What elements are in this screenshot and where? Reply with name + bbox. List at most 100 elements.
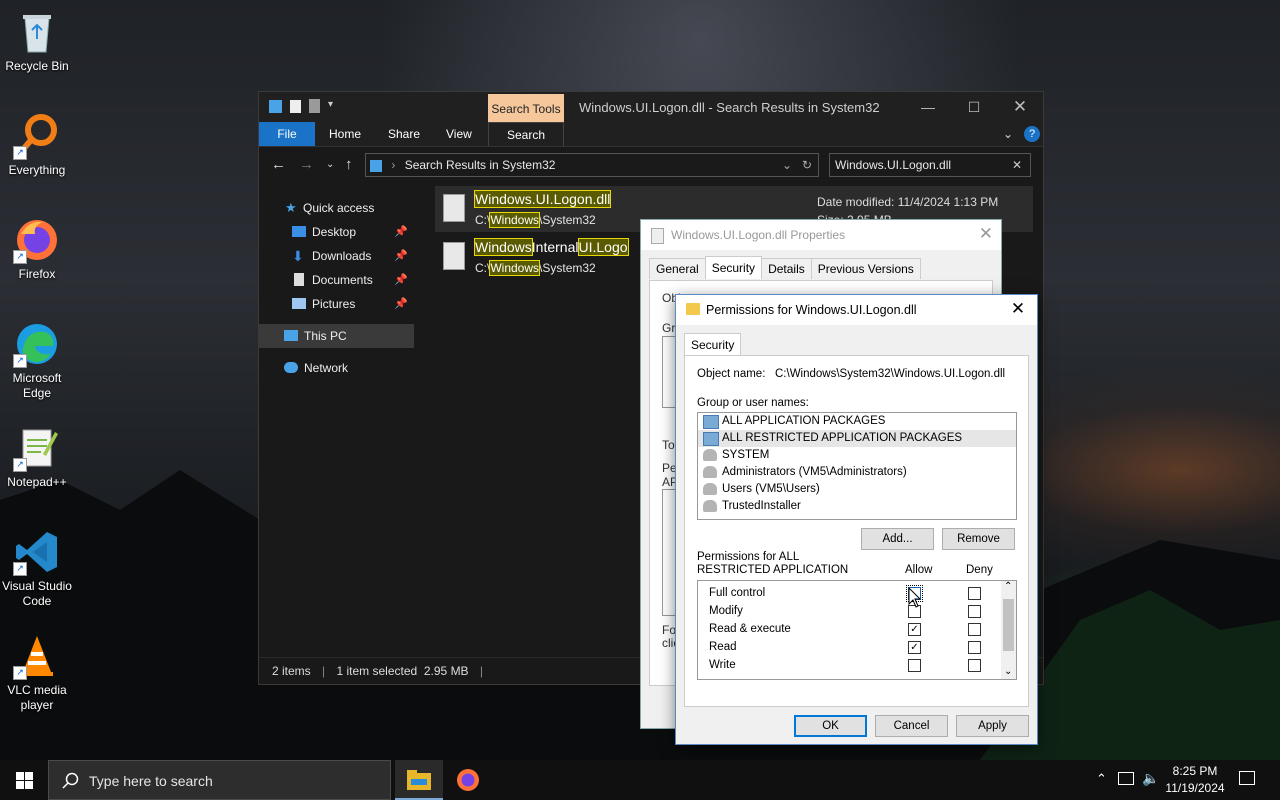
allow-checkbox-read-execute[interactable]: ✓ xyxy=(908,623,921,636)
nav-label: Downloads xyxy=(312,249,372,263)
taskbar-firefox[interactable] xyxy=(444,760,492,800)
desktop-icon-everything[interactable]: ↗ Everything xyxy=(0,112,74,178)
permission-grid-scrollbar[interactable]: ⌃ ⌄ xyxy=(1001,581,1016,679)
minimize-button[interactable]: — xyxy=(905,96,951,118)
permissions-for-label: Permissions for ALL xyxy=(697,551,800,563)
result-path: C:\Windows\System32 xyxy=(475,212,596,228)
back-arrow-icon[interactable]: ← xyxy=(271,156,286,173)
search-input[interactable]: Windows.UI.Logon.dll xyxy=(835,158,951,172)
address-bar[interactable]: › Search Results in System32 ⌄ ↻ xyxy=(365,153,819,177)
deny-checkbox-read[interactable] xyxy=(968,641,981,654)
nav-network[interactable]: Network xyxy=(259,356,414,380)
search-tools-context-tab[interactable]: Search Tools xyxy=(488,94,564,122)
apply-button[interactable]: Apply xyxy=(956,715,1029,737)
scrollbar-thumb[interactable] xyxy=(1003,599,1014,651)
notification-icon[interactable] xyxy=(1239,771,1255,785)
tab-security[interactable]: Security xyxy=(684,333,742,356)
permissions-title-bar[interactable]: Permissions for Windows.UI.Logon.dll ✕ xyxy=(676,295,1037,325)
group-user-list[interactable]: ALL APPLICATION PACKAGES ALL RESTRICTED … xyxy=(697,412,1017,520)
deny-checkbox-full-control[interactable] xyxy=(968,587,981,600)
volume-muted-icon[interactable]: 🔈 xyxy=(1142,770,1159,787)
deny-checkbox-read-execute[interactable] xyxy=(968,623,981,636)
properties-qat-icon[interactable] xyxy=(290,99,301,113)
list-item[interactable]: ALL APPLICATION PACKAGES xyxy=(698,413,1016,430)
nav-desktop[interactable]: Desktop 📌 xyxy=(259,220,414,244)
nav-pictures[interactable]: Pictures 📌 xyxy=(259,292,414,316)
taskbar-file-explorer[interactable] xyxy=(395,760,443,800)
new-folder-qat-icon[interactable] xyxy=(309,99,320,113)
show-hidden-icons-chevron-icon[interactable]: ⌃ xyxy=(1096,771,1107,787)
ok-button[interactable]: OK xyxy=(794,715,867,737)
up-arrow-icon[interactable]: ↑ xyxy=(345,156,353,173)
start-button[interactable] xyxy=(0,760,48,800)
desktop-icon-edge[interactable]: ↗ Microsoft Edge xyxy=(0,320,74,401)
permission-name: Write xyxy=(709,659,736,671)
tab-home[interactable]: Home xyxy=(329,122,361,146)
folder-icon xyxy=(686,303,700,315)
nav-downloads[interactable]: ⬇ Downloads 📌 xyxy=(259,244,414,268)
tab-details[interactable]: Details xyxy=(761,258,812,279)
tab-general[interactable]: General xyxy=(649,258,706,279)
permissions-dialog[interactable]: Permissions for Windows.UI.Logon.dll ✕ S… xyxy=(675,294,1038,745)
list-item-selected[interactable]: ALL RESTRICTED APPLICATION PACKAGES xyxy=(698,430,1016,447)
name-middle: Internal xyxy=(531,239,579,255)
tab-file[interactable]: File xyxy=(259,122,315,146)
address-dropdown-chevron-icon[interactable]: ⌄ xyxy=(782,154,792,176)
desktop-icon-vlc[interactable]: ↗ VLC media player xyxy=(0,632,74,713)
deny-checkbox-modify[interactable] xyxy=(968,605,981,618)
properties-close-icon[interactable]: ✕ xyxy=(979,224,993,244)
add-button[interactable]: Add... xyxy=(861,528,934,550)
search-box[interactable]: Windows.UI.Logon.dll ✕ xyxy=(829,153,1031,177)
recent-locations-chevron-icon[interactable]: ⌄ xyxy=(326,159,334,170)
network-status-icon[interactable] xyxy=(1118,772,1134,785)
desktop-icon-firefox[interactable]: ↗ Firefox xyxy=(0,216,74,282)
allow-checkbox-read[interactable]: ✓ xyxy=(908,641,921,654)
pin-icon: 📌 xyxy=(394,298,408,310)
everything-icon: ↗ xyxy=(13,112,61,160)
taskbar-clock[interactable]: 8:25 PM 11/19/2024 xyxy=(1160,763,1230,797)
clear-search-icon[interactable]: ✕ xyxy=(1012,154,1022,176)
expand-ribbon-chevron-icon[interactable]: ⌄ xyxy=(1003,122,1013,146)
permissions-body: Object name: C:\Windows\System32\Windows… xyxy=(684,355,1029,707)
list-item[interactable]: SYSTEM xyxy=(698,447,1016,464)
list-item[interactable]: TrustedInstaller xyxy=(698,498,1016,515)
forward-arrow-icon[interactable]: → xyxy=(299,156,314,173)
tab-search[interactable]: Search xyxy=(488,122,564,146)
allow-checkbox-write[interactable] xyxy=(908,659,921,672)
scroll-up-chevron-icon[interactable]: ⌃ xyxy=(1004,581,1012,592)
group-name: ALL RESTRICTED APPLICATION PACKAGES xyxy=(722,432,963,444)
explorer-title-bar[interactable]: ▾ Search Tools Windows.UI.Logon.dll - Se… xyxy=(259,92,1043,122)
taskbar-search-box[interactable]: Type here to search xyxy=(48,760,391,800)
qat-dropdown-icon[interactable]: ▾ xyxy=(328,99,336,113)
deny-checkbox-write[interactable] xyxy=(968,659,981,672)
tab-view[interactable]: View xyxy=(446,122,472,146)
nav-documents[interactable]: Documents 📌 xyxy=(259,268,414,292)
desktop-icon-notepadpp[interactable]: ↗ Notepad++ xyxy=(0,424,74,490)
cancel-button[interactable]: Cancel xyxy=(875,715,948,737)
tab-previous-versions[interactable]: Previous Versions xyxy=(810,258,921,279)
desktop-icon-vscode[interactable]: ↗ Visual Studio Code xyxy=(0,528,74,609)
nav-this-pc[interactable]: This PC xyxy=(259,324,414,348)
permissions-title: Permissions for Windows.UI.Logon.dll xyxy=(706,303,917,317)
permission-row: Modify xyxy=(698,603,1000,621)
list-item[interactable]: Users (VM5\Users) xyxy=(698,481,1016,498)
status-separator: | xyxy=(479,664,484,678)
help-icon[interactable]: ? xyxy=(1024,126,1040,142)
list-item[interactable]: Administrators (VM5\Administrators) xyxy=(698,464,1016,481)
remove-button[interactable]: Remove xyxy=(942,528,1015,550)
tab-security[interactable]: Security xyxy=(704,256,763,279)
tab-share[interactable]: Share xyxy=(388,122,420,146)
deny-column-header: Deny xyxy=(966,564,993,576)
desktop-icon-recycle-bin[interactable]: Recycle Bin xyxy=(0,8,74,74)
close-button[interactable]: ✕ xyxy=(997,96,1043,118)
desktop-icon-label: Firefox xyxy=(18,267,56,281)
result-date-modified: Date modified: 11/4/2024 1:13 PM xyxy=(817,195,999,209)
permissions-close-icon[interactable]: ✕ xyxy=(1007,299,1029,319)
refresh-icon[interactable]: ↻ xyxy=(802,154,812,176)
maximize-button[interactable]: ☐ xyxy=(951,96,997,118)
nav-quick-access[interactable]: ★ Quick access xyxy=(259,196,414,220)
permission-grid[interactable]: Full control Modify Read & execute ✓ Rea… xyxy=(697,580,1017,680)
permissions-tabs: Security xyxy=(684,333,742,356)
properties-title-bar[interactable]: Windows.UI.Logon.dll Properties ✕ xyxy=(641,220,1001,250)
scroll-down-chevron-icon[interactable]: ⌄ xyxy=(1004,666,1012,677)
